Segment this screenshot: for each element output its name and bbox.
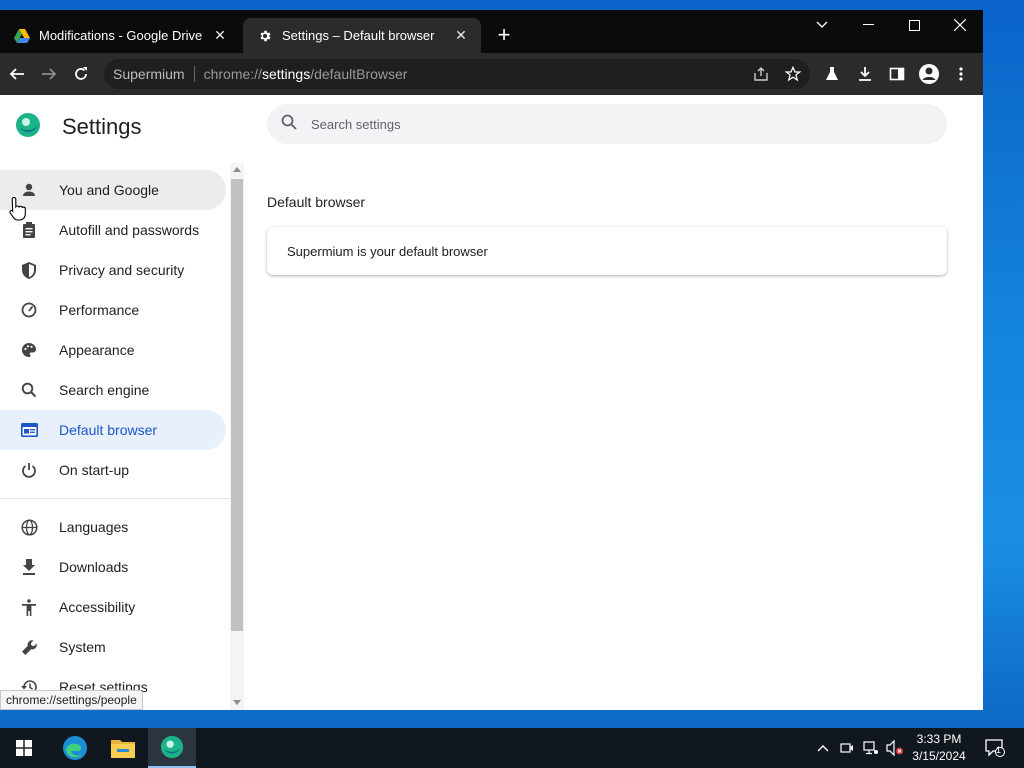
download-icon[interactable]: [853, 62, 877, 86]
scroll-up-arrow-icon[interactable]: [233, 167, 241, 172]
browser-window: Modifications - Google Drive ✕ Settings …: [0, 10, 983, 710]
globe-icon: [19, 517, 39, 537]
tab-settings[interactable]: Settings – Default browser ✕: [243, 18, 481, 53]
site-chip: Supermium: [113, 66, 185, 82]
settings-page: Settings You and Google Autofill and pas…: [0, 95, 983, 710]
sidebar-item-label: Appearance: [59, 342, 135, 358]
download-icon: [19, 557, 39, 577]
palette-icon: [19, 340, 39, 360]
supermium-logo-icon: [15, 112, 41, 138]
default-browser-card: Supermium is your default browser: [267, 227, 947, 275]
scrollbar-thumb[interactable]: [231, 179, 243, 631]
sidebar-item-on-start-up[interactable]: On start-up: [0, 450, 226, 490]
sidebar-item-downloads[interactable]: Downloads: [0, 547, 226, 587]
sidebar-divider: [0, 498, 230, 499]
sidebar-item-search-engine[interactable]: Search engine: [0, 370, 226, 410]
sidebar-item-you-and-google[interactable]: You and Google: [0, 170, 226, 210]
chevron-up-icon[interactable]: [813, 738, 833, 758]
omnibox-divider: [193, 66, 195, 82]
sidebar-item-label: On start-up: [59, 462, 130, 478]
supermium-taskbar-icon[interactable]: [148, 728, 196, 768]
share-icon[interactable]: [749, 62, 773, 86]
search-icon: [281, 114, 297, 135]
sidebar-item-privacy[interactable]: Privacy and security: [0, 250, 226, 290]
start-button[interactable]: [0, 728, 48, 768]
close-window-button[interactable]: [937, 10, 983, 40]
clipboard-icon: [19, 220, 39, 240]
file-explorer-icon[interactable]: [99, 728, 147, 768]
windows-taskbar: 3:33 PM 3/15/2024 1: [0, 728, 1024, 768]
profile-avatar-icon[interactable]: [917, 62, 941, 86]
close-icon[interactable]: ✕: [212, 27, 228, 44]
sidebar-item-label: System: [59, 639, 106, 655]
sidebar-item-label: Performance: [59, 302, 140, 318]
search-icon: [19, 380, 39, 400]
sidebar-item-label: Default browser: [59, 422, 158, 438]
edge-browser-icon[interactable]: [51, 728, 99, 768]
shield-icon: [19, 260, 39, 280]
power-icon: [19, 460, 39, 480]
gauge-icon: [19, 300, 39, 320]
sidebar-scrollbar[interactable]: [230, 163, 244, 710]
sidebar-item-label: Autofill and passwords: [59, 222, 200, 238]
settings-sidebar: You and Google Autofill and passwords Pr…: [0, 160, 230, 710]
notification-count: 1: [996, 745, 1002, 755]
minimize-button[interactable]: [845, 10, 891, 40]
browser-toolbar: Supermium chrome://settings/defaultBrows…: [0, 53, 983, 95]
sidebar-item-label: Downloads: [59, 559, 129, 575]
sidebar-item-performance[interactable]: Performance: [0, 290, 226, 330]
browser-window-icon: [19, 420, 39, 440]
sidebar-item-accessibility[interactable]: Accessibility: [0, 587, 226, 627]
address-bar[interactable]: Supermium chrome://settings/defaultBrows…: [104, 59, 810, 89]
gear-icon: [257, 28, 273, 44]
sidebar-item-label: Search engine: [59, 382, 150, 398]
url-text: chrome://settings/defaultBrowser: [203, 66, 408, 82]
new-tab-button[interactable]: +: [490, 24, 518, 48]
tab-search-chevron-icon[interactable]: [799, 10, 845, 40]
meet-now-icon[interactable]: [837, 738, 857, 758]
google-drive-icon: [14, 28, 30, 44]
back-button[interactable]: [5, 62, 29, 86]
forward-button[interactable]: [37, 62, 61, 86]
scroll-down-arrow-icon[interactable]: [233, 700, 241, 705]
notification-center-icon[interactable]: 1: [983, 738, 1007, 758]
sidebar-item-autofill[interactable]: Autofill and passwords: [0, 210, 226, 250]
search-settings-box[interactable]: [267, 104, 947, 144]
sidebar-item-languages[interactable]: Languages: [0, 507, 226, 547]
sidebar-item-default-browser[interactable]: Default browser: [0, 410, 226, 450]
network-icon[interactable]: [861, 738, 881, 758]
maximize-button[interactable]: [891, 10, 937, 40]
menu-kebab-icon[interactable]: [949, 62, 973, 86]
section-title: Default browser: [267, 194, 366, 210]
system-clock[interactable]: 3:33 PM 3/15/2024: [905, 731, 973, 767]
sidebar-item-label: Accessibility: [59, 599, 136, 615]
clock-date: 3/15/2024: [912, 749, 966, 763]
sidebar-item-label: Privacy and security: [59, 262, 185, 278]
link-status-bubble: chrome://settings/people: [0, 690, 143, 710]
side-panel-icon[interactable]: [885, 62, 909, 86]
labs-flask-icon[interactable]: [820, 62, 844, 86]
wrench-icon: [19, 637, 39, 657]
sidebar-item-label: Languages: [59, 519, 129, 535]
volume-muted-icon[interactable]: [885, 738, 905, 758]
reload-button[interactable]: [69, 62, 93, 86]
settings-title: Settings: [62, 114, 142, 139]
tab-title: Settings – Default browser: [282, 28, 435, 43]
hand-cursor-icon: [9, 196, 26, 221]
clock-time: 3:33 PM: [916, 732, 962, 746]
sidebar-item-appearance[interactable]: Appearance: [0, 330, 226, 370]
default-browser-status: Supermium is your default browser: [287, 243, 488, 259]
sidebar-item-label: You and Google: [59, 182, 159, 198]
tab-title: Modifications - Google Drive: [39, 28, 203, 43]
search-settings-input[interactable]: [311, 116, 911, 132]
accessibility-icon: [19, 597, 39, 617]
sidebar-item-system[interactable]: System: [0, 627, 226, 667]
close-icon[interactable]: ✕: [453, 27, 469, 44]
tab-google-drive[interactable]: Modifications - Google Drive ✕: [0, 18, 240, 53]
title-bar: Modifications - Google Drive ✕ Settings …: [0, 10, 983, 53]
bookmark-star-icon[interactable]: [781, 62, 805, 86]
